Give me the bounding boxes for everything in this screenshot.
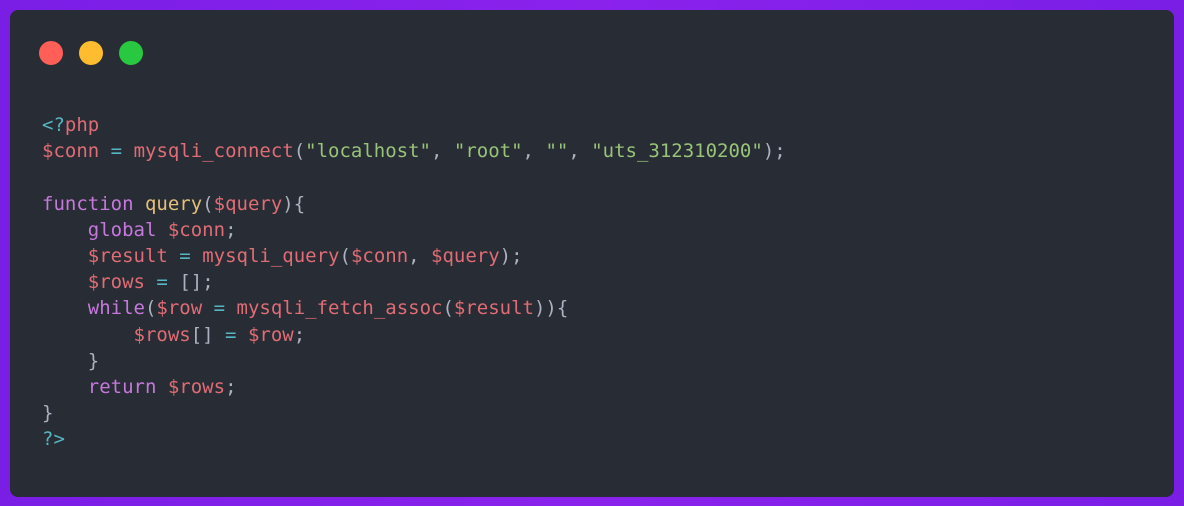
code-token: } (42, 402, 54, 425)
close-button[interactable] (39, 41, 63, 65)
code-line: while($row = mysqli_fetch_assoc($result)… (42, 295, 786, 321)
code-line: function query($query){ (42, 191, 786, 217)
code-line: global $conn; (42, 217, 786, 243)
code-token: function (42, 192, 134, 215)
code-line: $conn = mysqli_connect("localhost", "roo… (42, 138, 786, 164)
code-token: , (568, 140, 592, 163)
code-token: [] (190, 323, 226, 346)
code-line: $result = mysqli_query($conn, $query); (42, 243, 786, 269)
code-line: ?> (42, 426, 786, 452)
code-block: <?php $conn = mysqli_connect("localhost",… (42, 112, 786, 452)
code-token: $row (247, 323, 294, 346)
code-window: <?php $conn = mysqli_connect("localhost",… (10, 10, 1174, 497)
code-token: []; (167, 271, 214, 294)
code-token: = (110, 140, 123, 163)
code-token: global (87, 218, 157, 241)
code-token: $conn (167, 218, 226, 241)
code-token: "localhost" (305, 140, 432, 163)
code-token: = (156, 271, 168, 294)
code-token: , (431, 140, 454, 163)
code-token: } (42, 349, 100, 372)
code-token: $conn (350, 244, 409, 267)
code-line: $rows = []; (42, 269, 786, 295)
code-token: $query (213, 192, 283, 215)
code-line: } (42, 400, 786, 426)
code-token: mysqli_connect (133, 140, 294, 163)
code-token: ; (225, 375, 237, 398)
code-token: mysqli_fetch_assoc (236, 297, 443, 320)
code-token: ?> (42, 428, 65, 451)
code-token: , (522, 140, 546, 163)
code-token: "uts_312310200" (591, 140, 763, 163)
code-line: $rows[] = $row; (42, 322, 786, 348)
code-token: ; (225, 218, 237, 241)
code-token: ){ (282, 192, 306, 215)
code-token: "root" (453, 140, 523, 163)
code-token: ( (339, 244, 351, 267)
code-token: "" (545, 140, 569, 163)
code-token: )){ (533, 297, 569, 320)
code-token: ); (762, 140, 786, 163)
code-token: ; (293, 323, 306, 346)
code-token: ( (293, 140, 306, 163)
code-token: $query (431, 244, 500, 267)
code-token: ( (144, 297, 157, 320)
code-token: $result (87, 244, 168, 267)
maximize-button[interactable] (119, 41, 143, 65)
code-token: <? (42, 114, 65, 136)
code-token: query (144, 192, 203, 215)
code-line: <?php (42, 112, 786, 138)
code-token: return (87, 375, 157, 398)
code-token: $result (453, 297, 534, 320)
code-token: php (64, 114, 100, 136)
code-token: $row (156, 297, 203, 320)
code-token: = (213, 297, 226, 320)
code-token: ( (442, 297, 454, 320)
code-line: return $rows; (42, 374, 786, 400)
code-token: ( (202, 192, 214, 215)
code-line: ​ (42, 164, 786, 190)
code-token: $conn (42, 140, 100, 163)
code-token: ); (499, 244, 523, 267)
code-token: = (179, 244, 191, 267)
code-token: $rows (87, 271, 145, 294)
code-token: mysqli_query (202, 244, 340, 267)
code-token: $rows (167, 375, 226, 398)
code-token: , (408, 244, 432, 267)
code-line: } (42, 348, 786, 374)
code-token: $rows (133, 323, 191, 346)
code-token: while (87, 297, 145, 320)
code-token: = (225, 323, 237, 346)
window-controls (39, 41, 143, 65)
minimize-button[interactable] (79, 41, 103, 65)
